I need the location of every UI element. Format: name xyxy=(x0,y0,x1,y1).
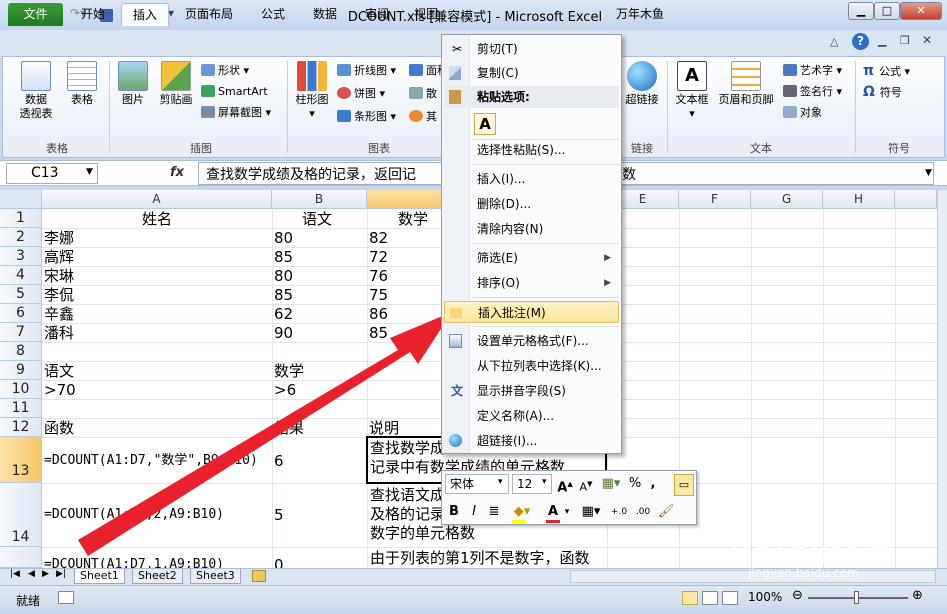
menu-item-filter[interactable]: 筛选(E) ▶ xyxy=(444,247,619,269)
menu-clear-label: 清除内容(N) xyxy=(477,222,544,236)
menu-separator xyxy=(473,297,619,298)
menu-cut-label: 剪切(T) xyxy=(477,42,518,56)
sheet-nav-last-icon[interactable]: ▶| xyxy=(56,569,66,579)
page-break-view-icon[interactable] xyxy=(722,591,738,605)
zoom-level[interactable]: 100% xyxy=(748,590,782,604)
menu-item-define-name[interactable]: 定义名称(A)... xyxy=(444,405,619,427)
menu-delete-label: 删除(D)... xyxy=(477,197,532,211)
menu-item-sort[interactable]: 排序(O) ▶ xyxy=(444,272,619,294)
menu-insert-comment-label: 插入批注(M) xyxy=(478,306,546,320)
format-painter-icon[interactable]: 🖌 xyxy=(656,502,676,522)
menu-separator xyxy=(473,326,619,327)
sheet-tab-sheet3[interactable]: Sheet3 xyxy=(190,569,241,584)
page-layout-view-icon[interactable] xyxy=(702,591,718,605)
format-cells-icon xyxy=(449,334,462,348)
decrease-decimal-icon[interactable]: .00 xyxy=(632,502,654,522)
increase-decimal-icon[interactable]: +.0 xyxy=(608,502,630,522)
menu-item-phonetic[interactable]: 文显示拼音字段(S) xyxy=(444,380,619,402)
menu-item-delete[interactable]: 删除(D)... xyxy=(444,193,619,215)
menu-item-hyperlink[interactable]: 超链接(I)... xyxy=(444,430,619,452)
globe-link-icon xyxy=(449,434,462,447)
menu-paste-options-header: 粘贴选项: xyxy=(444,86,619,108)
menu-define-name-label: 定义名称(A)... xyxy=(477,409,555,423)
comment-icon xyxy=(450,308,462,318)
sheet-nav-prev-icon[interactable]: ◀ xyxy=(28,569,35,579)
menu-item-insert[interactable]: 插入(I)... xyxy=(444,168,619,190)
macro-record-icon[interactable] xyxy=(58,591,74,604)
grow-font-icon[interactable]: A▲ xyxy=(554,474,576,498)
scissors-icon: ✂ xyxy=(451,42,463,56)
accounting-format-icon[interactable]: ▦▾ xyxy=(598,474,624,494)
fill-color-icon[interactable]: ◆▾ xyxy=(508,502,536,522)
sheet-nav-first-icon[interactable]: |◀ xyxy=(10,569,20,579)
font-color-swatch xyxy=(546,520,560,523)
menu-pick-list-label: 从下拉列表中选择(K)... xyxy=(477,359,602,373)
status-bar xyxy=(0,585,947,614)
shrink-font-icon[interactable]: A▼ xyxy=(576,474,596,498)
copy-icon xyxy=(449,66,461,80)
zoom-slider-thumb[interactable] xyxy=(854,591,859,604)
submenu-arrow-icon: ▶ xyxy=(604,253,611,263)
mini-toolbar: 宋体 ▾ 12 ▾ A▲ A▼ ▦▾ % , ▭ B I ≣ ◆▾ A ▾ ▦▾… xyxy=(441,470,697,525)
menu-format-cells-label: 设置单元格格式(F)... xyxy=(477,334,589,348)
insert-sheet-icon[interactable] xyxy=(252,570,266,582)
clipboard-icon xyxy=(449,90,461,104)
font-color-dropdown-icon[interactable]: ▾ xyxy=(562,502,572,522)
menu-paste-options-label: 粘贴选项: xyxy=(477,90,530,104)
menu-copy-label: 复制(C) xyxy=(477,66,519,80)
font-size-dropdown-icon[interactable]: ▾ xyxy=(542,477,547,487)
submenu-arrow-icon: ▶ xyxy=(604,278,611,288)
align-center-icon[interactable]: ≣ xyxy=(485,502,503,522)
menu-item-insert-comment[interactable]: 插入批注(M) xyxy=(444,301,619,323)
bold-button[interactable]: B xyxy=(445,502,463,522)
comma-button[interactable]: , xyxy=(646,474,660,494)
context-menu: ✂ 剪切(T) 复制(C) 粘贴选项: A 选择性粘贴(S)... 插入(I)..… xyxy=(441,34,622,454)
menu-item-format-cells[interactable]: 设置单元格格式(F)... xyxy=(444,330,619,352)
zoom-in-icon[interactable]: ⊕ xyxy=(912,588,923,603)
phonetic-icon: 文 xyxy=(450,384,463,398)
italic-button[interactable]: I xyxy=(465,502,483,522)
font-color-button[interactable]: A xyxy=(544,502,562,522)
borders-icon[interactable]: ▦▾ xyxy=(578,502,604,522)
menu-item-copy[interactable]: 复制(C) xyxy=(444,62,619,84)
menu-item-cut[interactable]: ✂ 剪切(T) xyxy=(444,38,619,60)
paste-values-button[interactable]: A xyxy=(474,113,496,135)
menu-hyperlink-label: 超链接(I)... xyxy=(477,434,538,448)
menu-filter-label: 筛选(E) xyxy=(477,251,518,265)
menu-insert-label: 插入(I)... xyxy=(477,172,526,186)
zoom-out-icon[interactable]: ⊖ xyxy=(792,588,803,603)
menu-separator xyxy=(473,243,619,244)
sheet-tab-sheet2[interactable]: Sheet2 xyxy=(132,569,183,584)
menu-paste-special-label: 选择性粘贴(S)... xyxy=(477,143,566,157)
fill-color-swatch xyxy=(512,520,526,523)
menu-phonetic-label: 显示拼音字段(S) xyxy=(477,384,566,398)
baidu-watermark-url: jingyan.baidu.com xyxy=(748,566,859,580)
sheet-nav-next-icon[interactable]: ▶ xyxy=(42,569,49,579)
sheet-tab-sheet1[interactable]: Sheet1 xyxy=(74,569,125,584)
format-painter-box-icon[interactable]: ▭ xyxy=(674,474,694,496)
percent-button[interactable]: % xyxy=(626,474,644,494)
menu-item-paste-special[interactable]: 选择性粘贴(S)... xyxy=(444,139,619,161)
menu-item-pick-list[interactable]: 从下拉列表中选择(K)... xyxy=(444,355,619,377)
menu-sort-label: 排序(O) xyxy=(477,276,520,290)
menu-separator xyxy=(473,164,619,165)
status-ready: 就绪 xyxy=(16,594,41,608)
arrow-shape xyxy=(78,312,452,556)
normal-view-icon[interactable] xyxy=(682,591,698,605)
font-name-dropdown-icon[interactable]: ▾ xyxy=(498,477,503,487)
menu-item-clear[interactable]: 清除内容(N) xyxy=(444,218,619,240)
